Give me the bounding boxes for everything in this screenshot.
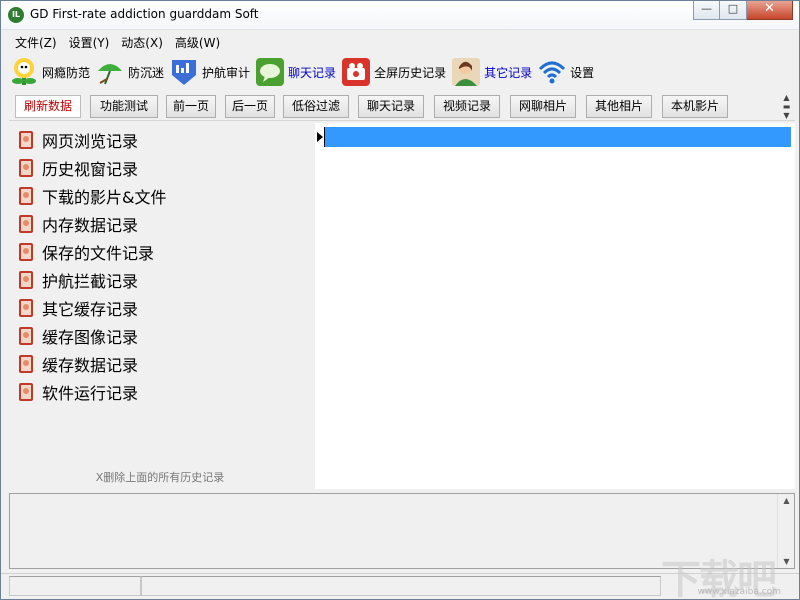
tab-previous-page[interactable]: 前一页 <box>166 95 216 118</box>
toolbar-label: 其它记录 <box>484 65 533 80</box>
maximize-icon: □ <box>727 2 739 15</box>
title-bar[interactable]: IL GD First-rate addiction guarddam Soft… <box>1 1 799 30</box>
toolbar-label: 防沉迷 <box>128 65 165 80</box>
nav-item-cache-data[interactable]: 缓存数据记录 <box>17 351 138 377</box>
tab-chat-photos[interactable]: 网聊相片 <box>510 95 576 118</box>
window-controls: — □ ✕ <box>693 1 793 21</box>
nav-item-saved-files[interactable]: 保存的文件记录 <box>17 239 154 265</box>
record-book-icon <box>17 214 35 234</box>
toolbar-anti-addiction-button[interactable]: 防沉迷 <box>95 55 164 89</box>
toolbar: 网瘾防范 防沉迷 护航审计 聊天记录 全屏历史记录 其它记录 设置 <box>1 53 799 91</box>
table-row[interactable] <box>315 127 791 147</box>
tab-row: 刷新数据 功能测试 前一页 后一页 低俗过滤 聊天记录 视频记录 网聊相片 其他… <box>9 93 795 121</box>
nav-item-other-cache[interactable]: 其它缓存记录 <box>17 295 138 321</box>
scroll-down-icon[interactable]: ▼ <box>778 111 795 120</box>
record-book-icon <box>17 354 35 374</box>
menu-advanced[interactable]: 高级(W) <box>169 31 226 51</box>
record-category-panel: 网页浏览记录 历史视窗记录 下载的影片&文件 内存数据记录 保存的文件记录 护航… <box>9 123 311 489</box>
app-window: IL GD First-rate addiction guarddam Soft… <box>0 0 800 600</box>
close-icon: ✕ <box>764 1 775 16</box>
record-book-icon <box>17 298 35 318</box>
toolbar-chat-records-button[interactable]: 聊天记录 <box>255 55 336 89</box>
record-book-icon <box>17 326 35 346</box>
menu-dynamic[interactable]: 动态(X) <box>115 31 169 51</box>
selected-row-cell[interactable] <box>325 127 791 147</box>
record-book-icon <box>17 130 35 150</box>
toolbar-settings-button[interactable]: 设置 <box>537 55 594 89</box>
toolbar-addiction-prevention-button[interactable]: 网瘾防范 <box>9 55 90 89</box>
record-book-icon <box>17 242 35 262</box>
scroll-up-icon[interactable]: ▲ <box>778 496 795 505</box>
nav-item-label: 护航拦截记录 <box>42 272 139 291</box>
current-row-arrow-icon <box>317 132 323 142</box>
toolbar-fullscreen-history-button[interactable]: 全屏历史记录 <box>341 55 446 89</box>
toolbar-label: 网瘾防范 <box>42 65 91 80</box>
watermark-url: www.xiazaiba.com <box>697 587 781 597</box>
nav-item-label: 缓存图像记录 <box>42 328 139 347</box>
nav-item-escort-intercept[interactable]: 护航拦截记录 <box>17 267 138 293</box>
nav-item-memory-data[interactable]: 内存数据记录 <box>17 211 138 237</box>
tab-video-records[interactable]: 视频记录 <box>434 95 500 118</box>
maximize-button[interactable]: □ <box>720 1 747 20</box>
tab-function-test[interactable]: 功能测试 <box>90 95 158 118</box>
umbrella-icon <box>95 57 125 87</box>
camera-icon <box>341 57 371 87</box>
delete-all-history-link[interactable]: X删除上面的所有历史记录 <box>9 469 311 485</box>
toolbar-label: 设置 <box>570 65 595 80</box>
wifi-icon <box>537 57 567 87</box>
nav-item-label: 历史视窗记录 <box>42 160 139 179</box>
toolbar-label: 全屏历史记录 <box>374 65 447 80</box>
record-book-icon <box>17 270 35 290</box>
status-panel-2 <box>141 576 661 596</box>
menu-settings[interactable]: 设置(Y) <box>63 31 116 51</box>
scroll-up-icon[interactable]: ▲ <box>778 93 795 102</box>
tab-local-videos[interactable]: 本机影片 <box>662 95 728 118</box>
tab-vulgar-filter[interactable]: 低俗过滤 <box>283 95 349 118</box>
toolbar-other-records-button[interactable]: 其它记录 <box>451 55 532 89</box>
chat-bubble-icon <box>255 57 285 87</box>
nav-item-downloads[interactable]: 下载的影片&文件 <box>17 183 166 209</box>
record-book-icon <box>17 382 35 402</box>
window-title: GD First-rate addiction guarddam Soft <box>30 7 259 21</box>
flower-icon <box>9 57 39 87</box>
nav-item-cache-images[interactable]: 缓存图像记录 <box>17 323 138 349</box>
app-logo-icon: IL <box>8 7 24 23</box>
nav-item-label: 缓存数据记录 <box>42 356 139 375</box>
shield-audit-icon <box>169 57 199 87</box>
records-grid[interactable] <box>315 123 795 489</box>
nav-item-window-history[interactable]: 历史视窗记录 <box>17 155 138 181</box>
status-panel-1 <box>9 576 141 596</box>
menu-file[interactable]: 文件(Z) <box>9 31 63 51</box>
nav-item-web-browsing[interactable]: 网页浏览记录 <box>17 127 138 153</box>
row-indicator <box>315 127 325 147</box>
scroll-mid-icon: ▬ <box>782 102 791 111</box>
minimize-button[interactable]: — <box>693 1 720 20</box>
record-book-icon <box>17 186 35 206</box>
menu-bar: 文件(Z) 设置(Y) 动态(X) 高级(W) <box>1 31 799 51</box>
tab-next-page[interactable]: 后一页 <box>225 95 275 118</box>
nav-item-label: 网页浏览记录 <box>42 132 139 151</box>
nav-item-label: 保存的文件记录 <box>42 244 155 263</box>
nav-item-label: 下载的影片&文件 <box>42 188 167 207</box>
record-book-icon <box>17 158 35 178</box>
tab-other-photos[interactable]: 其他相片 <box>586 95 652 118</box>
nav-item-label: 内存数据记录 <box>42 216 139 235</box>
minimize-icon: — <box>701 2 712 15</box>
toolbar-escort-audit-button[interactable]: 护航审计 <box>169 55 250 89</box>
nav-item-label: 其它缓存记录 <box>42 300 139 319</box>
toolbar-label: 聊天记录 <box>288 65 337 80</box>
person-icon <box>451 57 481 87</box>
nav-item-label: 软件运行记录 <box>42 384 139 403</box>
tab-scroll-buttons[interactable]: ▲ ▬ ▼ <box>778 93 795 120</box>
nav-item-software-runs[interactable]: 软件运行记录 <box>17 379 138 405</box>
tab-refresh-data[interactable]: 刷新数据 <box>15 95 81 118</box>
close-button[interactable]: ✕ <box>747 1 793 20</box>
toolbar-label: 护航审计 <box>202 65 251 80</box>
tab-chat-records[interactable]: 聊天记录 <box>358 95 424 118</box>
